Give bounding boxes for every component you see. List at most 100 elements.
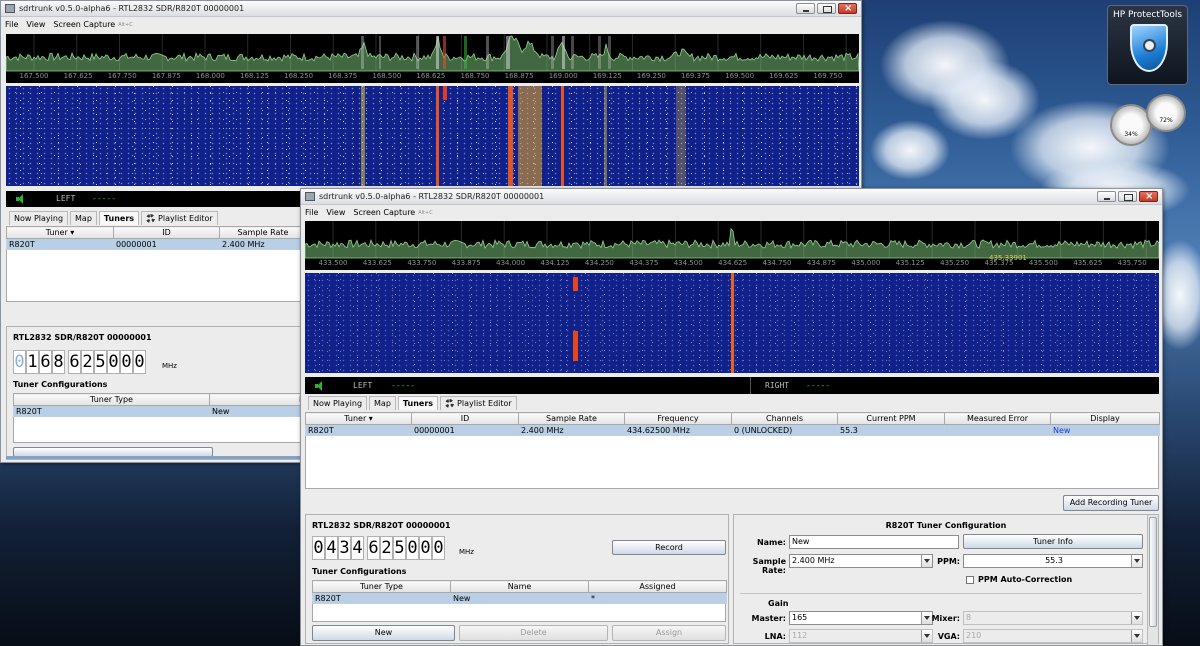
hp-protecttools-title: HP ProtectTools bbox=[1112, 10, 1183, 20]
column-header-sample-rate[interactable]: Sample Rate bbox=[219, 226, 307, 239]
column-header-tuner-type[interactable]: Tuner Type bbox=[13, 393, 210, 406]
gauge-cpu-value: 34% bbox=[1124, 131, 1138, 138]
back-waterfall-display[interactable] bbox=[6, 86, 859, 186]
tab-playlist-editor[interactable]: Playlist Editor bbox=[141, 211, 218, 225]
frequency-digit[interactable]: 0 bbox=[406, 536, 419, 560]
front-waterfall-display[interactable] bbox=[305, 273, 1159, 373]
minimize-button[interactable] bbox=[796, 3, 815, 14]
maximize-button[interactable] bbox=[817, 3, 836, 14]
column-header-id[interactable]: ID bbox=[411, 412, 519, 425]
frequency-digit[interactable]: 2 bbox=[380, 536, 393, 560]
column-header-display[interactable]: Display bbox=[1050, 412, 1160, 425]
front-spectrum-display[interactable]: 433.500 433.625 433.750 433.875 434.000 434.1… bbox=[305, 221, 1159, 270]
lna-value: 112 bbox=[792, 631, 808, 640]
delete-button[interactable]: Delete bbox=[459, 625, 608, 641]
column-header-assigned[interactable]: Assigned bbox=[588, 580, 727, 593]
ppm-auto-correction-checkbox[interactable] bbox=[966, 576, 974, 584]
lna-gain-select[interactable]: 112 bbox=[789, 629, 933, 643]
column-header-id[interactable]: ID bbox=[113, 226, 220, 239]
column-header-current-ppm[interactable]: Current PPM bbox=[837, 412, 945, 425]
menu-screen-capture[interactable]: Screen Capture bbox=[353, 208, 415, 217]
menu-view[interactable]: View bbox=[326, 208, 345, 217]
spinner-arrows-icon[interactable] bbox=[1131, 555, 1142, 567]
cell-display[interactable]: New bbox=[1050, 424, 1160, 436]
table-row[interactable]: R820T New * bbox=[312, 592, 727, 604]
table-row[interactable]: R820T 00000001 2.400 MHz 434.62500 MHz 0… bbox=[305, 424, 1160, 436]
ppm-auto-correction-label: PPM Auto-Correction bbox=[978, 575, 1073, 584]
column-header-name[interactable]: N bbox=[209, 393, 308, 406]
front-frequency-digits[interactable]: 0434625000 bbox=[312, 536, 445, 560]
scrollbar-thumb[interactable] bbox=[1149, 517, 1157, 627]
menu-screen-capture[interactable]: Screen Capture bbox=[53, 20, 115, 29]
frequency-digit[interactable]: 0 bbox=[312, 536, 325, 560]
column-header-frequency[interactable]: Frequency bbox=[624, 412, 732, 425]
menu-file[interactable]: File bbox=[305, 208, 318, 217]
frequency-tick-label: 435.750 bbox=[1117, 259, 1147, 267]
memory-gauge-icon[interactable]: 72% bbox=[1146, 94, 1186, 132]
assign-button[interactable]: Assign bbox=[612, 625, 726, 641]
mixer-gain-select[interactable]: 8 bbox=[963, 611, 1143, 625]
tab-map[interactable]: Map bbox=[369, 396, 396, 410]
frequency-digit[interactable]: 0 bbox=[120, 350, 133, 374]
column-header-measured-error[interactable]: Measured Error bbox=[944, 412, 1051, 425]
tab-playlist-editor[interactable]: Playlist Editor bbox=[440, 396, 517, 410]
column-header-tuner[interactable]: Tuner ▾ bbox=[305, 412, 412, 425]
new-button[interactable]: New bbox=[312, 625, 455, 641]
sample-rate-value: 2.400 MHz bbox=[792, 556, 835, 565]
frequency-digit[interactable]: 4 bbox=[325, 536, 338, 560]
tab-tuners[interactable]: Tuners bbox=[397, 396, 439, 410]
menu-file[interactable]: File bbox=[5, 20, 18, 29]
speaker-icon[interactable] bbox=[315, 381, 323, 391]
close-button[interactable] bbox=[1139, 189, 1158, 204]
tab-now-playing[interactable]: Now Playing bbox=[308, 396, 368, 410]
minimize-button[interactable] bbox=[1097, 191, 1116, 202]
tuner-info-button[interactable]: Tuner Info bbox=[963, 534, 1143, 549]
tab-tuners[interactable]: Tuners bbox=[98, 211, 140, 225]
column-header-tuner-type[interactable]: Tuner Type bbox=[312, 580, 451, 593]
ppm-spinner[interactable]: 55.3 bbox=[963, 554, 1143, 568]
close-button[interactable] bbox=[838, 1, 857, 16]
frequency-digit[interactable]: 0 bbox=[107, 350, 120, 374]
frequency-digit[interactable]: 0 bbox=[432, 536, 445, 560]
back-spectrum-display[interactable]: 167.500 167.625 167.750 167.875 168.000 168.1… bbox=[6, 34, 859, 83]
sample-rate-select[interactable]: 2.400 MHz bbox=[789, 554, 933, 568]
column-header-name[interactable]: Name bbox=[450, 580, 589, 593]
speaker-icon[interactable] bbox=[16, 194, 24, 204]
column-header-channels[interactable]: Channels bbox=[731, 412, 838, 425]
frequency-digit[interactable]: 3 bbox=[338, 536, 351, 560]
tab-now-playing[interactable]: Now Playing bbox=[9, 211, 69, 225]
master-gain-select[interactable]: 165 bbox=[789, 611, 933, 625]
cell-tuner-type: R820T bbox=[312, 592, 451, 604]
frequency-digit[interactable]: 1 bbox=[26, 350, 39, 374]
tab-map[interactable]: Map bbox=[70, 211, 97, 225]
front-tabs: Now Playing Map Tuners Playlist Editor bbox=[308, 396, 517, 410]
name-input[interactable]: New bbox=[789, 535, 959, 549]
table-row[interactable]: R820T 00000001 2.400 MHz bbox=[6, 238, 307, 250]
hp-protecttools-widget[interactable]: HP ProtectTools bbox=[1107, 5, 1188, 85]
menu-view[interactable]: View bbox=[26, 20, 45, 29]
record-button[interactable]: Record bbox=[612, 540, 726, 555]
frequency-digit[interactable]: 4 bbox=[351, 536, 364, 560]
frequency-digit[interactable]: 5 bbox=[393, 536, 406, 560]
vga-gain-select[interactable]: 210 bbox=[963, 629, 1143, 643]
column-header-sample-rate[interactable]: Sample Rate bbox=[518, 412, 625, 425]
add-recording-tuner-button[interactable]: Add Recording Tuner bbox=[1063, 495, 1159, 511]
frequency-digit[interactable]: 0 bbox=[419, 536, 432, 560]
back-frequency-digits[interactable]: 0168625000 bbox=[13, 350, 146, 374]
frequency-digit[interactable]: 6 bbox=[367, 536, 380, 560]
front-titlebar[interactable]: sdrtrunk v0.5.0-alpha6 - RTL2832 SDR/R82… bbox=[301, 189, 1162, 205]
table-row[interactable]: R820T New bbox=[13, 405, 308, 417]
frequency-digit[interactable]: 0 bbox=[13, 350, 26, 374]
frequency-digit[interactable]: 6 bbox=[68, 350, 81, 374]
cell-sample-rate: 2.400 MHz bbox=[219, 238, 307, 250]
back-titlebar[interactable]: sdrtrunk v0.5.0-alpha6 - RTL2832 SDR/R82… bbox=[1, 1, 861, 17]
frequency-digit[interactable]: 6 bbox=[39, 350, 52, 374]
maximize-button[interactable] bbox=[1118, 191, 1137, 202]
r820t-scrollbar[interactable] bbox=[1147, 515, 1158, 645]
frequency-digit[interactable]: 5 bbox=[94, 350, 107, 374]
column-header-tuner[interactable]: Tuner ▾ bbox=[6, 226, 114, 239]
frequency-digit[interactable]: 2 bbox=[81, 350, 94, 374]
frequency-digit[interactable]: 0 bbox=[133, 350, 146, 374]
cell-measured-error bbox=[944, 424, 1051, 436]
frequency-digit[interactable]: 8 bbox=[52, 350, 65, 374]
